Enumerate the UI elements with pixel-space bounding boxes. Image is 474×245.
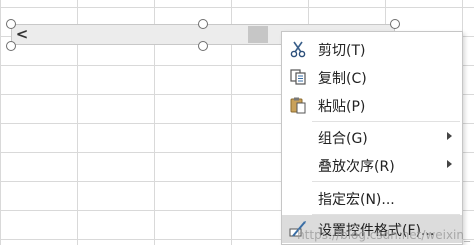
resize-handle-bottom-left[interactable] [6, 41, 16, 51]
resize-handle-top-middle[interactable] [198, 19, 208, 29]
menu-item-paste[interactable]: 粘贴(P) [282, 91, 462, 119]
resize-handle-bottom-middle[interactable] [198, 41, 208, 51]
submenu-arrow-icon [447, 160, 452, 168]
menu-label-paste: 粘贴(P) [318, 99, 366, 115]
scroll-left-arrow[interactable]: < [15, 26, 29, 43]
menu-label-cut: 剪切(T) [318, 43, 366, 59]
menu-label-assign-macro: 指定宏(N)... [318, 192, 395, 208]
menu-item-order[interactable]: 叠放次序(R) [282, 151, 462, 179]
resize-handle-top-left[interactable] [6, 19, 16, 29]
menu-label-order: 叠放次序(R) [318, 159, 395, 175]
menu-label-group: 组合(G) [318, 131, 368, 147]
copy-icon [288, 67, 308, 87]
menu-item-group[interactable]: 组合(G) [282, 123, 462, 151]
scroll-thumb[interactable] [248, 26, 268, 43]
menu-separator [312, 121, 460, 122]
watermark-text: https://blog.csdn.net/weixin_ [297, 228, 470, 242]
scissors-icon [288, 39, 308, 59]
context-menu: 剪切(T) 复制(C) 粘贴(P) 组合(G) 叠放次序(R) 指定宏(N)..… [281, 31, 463, 245]
menu-label-copy: 复制(C) [318, 71, 367, 87]
menu-separator [312, 181, 460, 182]
paste-icon [288, 95, 308, 115]
submenu-arrow-icon [447, 132, 452, 140]
menu-item-copy[interactable]: 复制(C) [282, 63, 462, 91]
menu-item-cut[interactable]: 剪切(T) [282, 35, 462, 63]
menu-item-assign-macro[interactable]: 指定宏(N)... [282, 184, 462, 212]
resize-handle-top-right[interactable] [390, 19, 400, 29]
